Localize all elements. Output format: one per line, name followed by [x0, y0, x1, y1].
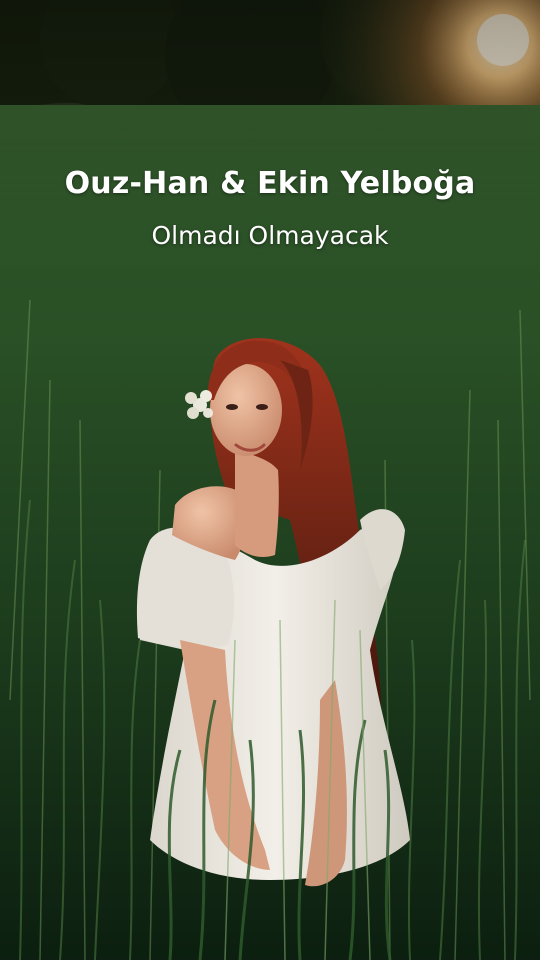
- background-photo: [0, 0, 540, 960]
- track-title: Olmadı Olmayacak: [151, 221, 389, 250]
- artist-name: Ouz-Han & Ekin Yelboğa: [64, 166, 476, 201]
- story-canvas: Ouz-Han & Ekin Yelboğa Olmadı Olmayacak: [0, 0, 540, 960]
